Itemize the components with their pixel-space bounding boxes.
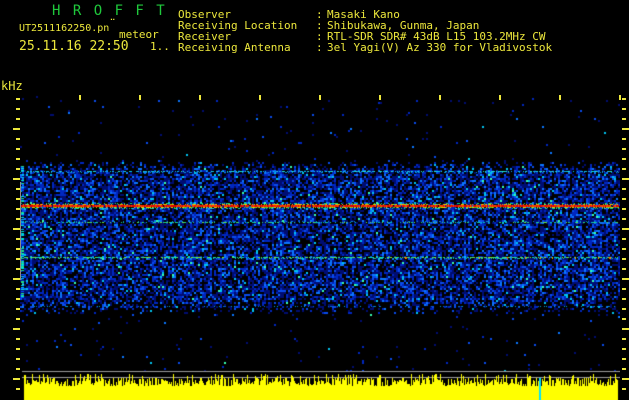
freq-minor-tick [16, 168, 20, 170]
freq-minor-tick [622, 298, 626, 300]
freq-minor-tick [622, 348, 626, 350]
time-tick-mark [319, 95, 321, 100]
freq-minor-tick [16, 138, 20, 140]
freq-major-tick [13, 128, 20, 130]
freq-minor-tick [622, 168, 626, 170]
freq-minor-tick [16, 348, 20, 350]
freq-minor-tick [622, 268, 626, 270]
freq-minor-tick [622, 98, 626, 100]
time-tick-mark [139, 95, 141, 100]
freq-minor-tick [622, 258, 626, 260]
freq-major-tick [622, 128, 629, 130]
time-tick-mark [199, 95, 201, 100]
freq-minor-tick [622, 188, 626, 190]
freq-minor-tick [622, 148, 626, 150]
freq-major-tick [622, 328, 629, 330]
freq-minor-tick [16, 218, 20, 220]
freq-minor-tick [16, 258, 20, 260]
freq-axis-unit: kHz [1, 79, 23, 93]
freq-minor-tick [16, 108, 20, 110]
freq-major-tick [13, 178, 20, 180]
freq-minor-tick [16, 208, 20, 210]
freq-minor-tick [16, 248, 20, 250]
freq-minor-tick [16, 358, 20, 360]
freq-minor-tick [622, 158, 626, 160]
freq-major-tick [622, 378, 629, 380]
time-tick-mark [79, 95, 81, 100]
info-sep: : [316, 41, 323, 54]
freq-minor-tick [16, 298, 20, 300]
freq-minor-tick [622, 288, 626, 290]
spectrum-range-marker [20, 182, 21, 280]
freq-minor-tick [16, 288, 20, 290]
spectrogram-canvas [20, 95, 620, 400]
time-tick-mark [439, 95, 441, 100]
freq-minor-tick [16, 198, 20, 200]
freq-minor-tick [622, 118, 626, 120]
output-filename: UT2511162250.pn [19, 23, 110, 34]
freq-major-tick [622, 178, 629, 180]
freq-minor-tick [622, 208, 626, 210]
freq-major-tick [13, 378, 20, 380]
freq-minor-tick [16, 368, 20, 370]
freq-minor-tick [16, 118, 20, 120]
freq-minor-tick [16, 158, 20, 160]
freq-minor-tick [16, 388, 20, 390]
freq-major-tick [13, 278, 20, 280]
freq-minor-tick [622, 108, 626, 110]
hrofft-window: H R O F F T UT2511162250.pn ¨ meteor 25.… [0, 0, 629, 400]
freq-minor-tick [622, 218, 626, 220]
freq-minor-tick [16, 238, 20, 240]
freq-minor-tick [16, 318, 20, 320]
echo-counter: 1.. [150, 40, 170, 53]
time-tick-mark [559, 95, 561, 100]
time-tick-mark [499, 95, 501, 100]
info-value-antenna: 3el Yagi(V) Az 330 for Vladivostok [327, 41, 553, 54]
info-label-antenna: Receiving Antenna [178, 41, 291, 54]
freq-minor-tick [16, 338, 20, 340]
freq-minor-tick [622, 338, 626, 340]
freq-major-tick [13, 228, 20, 230]
freq-minor-tick [622, 198, 626, 200]
freq-minor-tick [622, 248, 626, 250]
freq-minor-tick [16, 98, 20, 100]
freq-minor-tick [622, 238, 626, 240]
freq-minor-tick [16, 308, 20, 310]
freq-minor-tick [622, 388, 626, 390]
freq-minor-tick [16, 188, 20, 190]
time-tick-mark [619, 95, 621, 100]
time-tick-mark [379, 95, 381, 100]
freq-minor-tick [16, 148, 20, 150]
freq-minor-tick [622, 318, 626, 320]
freq-major-tick [13, 328, 20, 330]
freq-minor-tick [16, 268, 20, 270]
filename-clipped-glyph: ¨ [109, 17, 117, 31]
datetime-label: 25.11.16 22:50 [19, 39, 129, 54]
freq-minor-tick [622, 358, 626, 360]
freq-minor-tick [622, 138, 626, 140]
freq-major-tick [622, 278, 629, 280]
freq-minor-tick [622, 308, 626, 310]
freq-minor-tick [622, 368, 626, 370]
time-tick-mark [259, 95, 261, 100]
freq-major-tick [622, 228, 629, 230]
